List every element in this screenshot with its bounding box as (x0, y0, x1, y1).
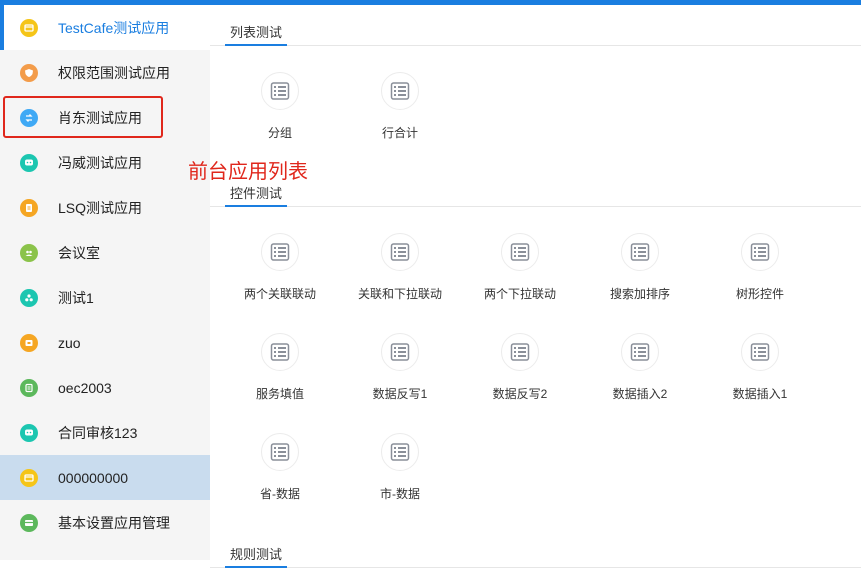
sidebar-item-label: LSQ测试应用 (58, 199, 143, 216)
sidebar-item-label: oec2003 (58, 379, 112, 396)
sidebar-item-meeting-room[interactable]: 会议室 (0, 230, 210, 275)
app-tile-province-data[interactable]: 省-数据 (220, 433, 340, 533)
tile-label: 市-数据 (380, 487, 420, 501)
sidebar-item-contract-review[interactable]: 合同审核123 (0, 410, 210, 455)
people-icon (20, 243, 38, 262)
tile-label: 两个关联联动 (243, 287, 316, 301)
list-icon (501, 333, 539, 371)
list-icon (741, 233, 779, 271)
sidebar-item-label: zuo (58, 334, 81, 351)
sidebar-item-label: TestCafe测试应用 (58, 19, 170, 36)
app-tile-linked-dropdown[interactable]: 关联和下拉联动 (340, 233, 460, 333)
tile-label: 数据插入1 (732, 387, 788, 401)
sidebar-item-label: 合同审核123 (58, 424, 138, 441)
list-icon (261, 433, 299, 471)
sidebar-item-label: 000000000 (58, 469, 129, 486)
section-tab-control-test[interactable]: 控件测试 (225, 185, 288, 207)
app-tile-service-fill[interactable]: 服务填值 (220, 333, 340, 433)
app-tile-tree-control[interactable]: 树形控件 (700, 233, 820, 333)
sidebar-item-label: 会议室 (58, 244, 100, 261)
tile-label: 数据反写1 (372, 387, 428, 401)
chat-icon (20, 423, 38, 442)
tile-label: 省-数据 (260, 487, 300, 501)
app-tile-data-writeback-1[interactable]: 数据反写1 (340, 333, 460, 433)
sidebar-item-label: 权限范围测试应用 (58, 64, 170, 81)
tile-label: 树形控件 (735, 287, 784, 301)
sidebar-item-fengwei[interactable]: 冯威测试应用 (0, 140, 210, 185)
main-content: 列表测试 分组 行合计 控件测试 两个关联联动 关联和下拉联动 两个下拉联动 搜… (210, 5, 861, 568)
sidebar-item-zuo[interactable]: zuo (0, 320, 210, 365)
sidebar-item-test1[interactable]: 测试1 (0, 275, 210, 320)
doc-icon (20, 198, 38, 217)
list-icon (20, 378, 38, 397)
app-tile-data-writeback-2[interactable]: 数据反写2 (460, 333, 580, 433)
sidebar-item-permission-scope[interactable]: 权限范围测试应用 (0, 50, 210, 95)
sidebar-item-label: 测试1 (58, 289, 94, 306)
tile-label: 分组 (267, 126, 292, 140)
section-header-list-test: 列表测试 (210, 10, 861, 46)
list-icon (381, 433, 419, 471)
window-icon (20, 18, 38, 37)
chat-icon (20, 153, 38, 172)
sidebar-item-basic-settings[interactable]: 基本设置应用管理 (0, 500, 210, 545)
tile-label: 数据反写2 (492, 387, 548, 401)
sidebar-item-label: 基本设置应用管理 (58, 514, 170, 531)
sidebar-item-testcafe[interactable]: TestCafe测试应用 (0, 5, 210, 50)
app-sidebar: TestCafe测试应用 权限范围测试应用 肖东测试应用 冯威测试应用 LSQ测… (0, 5, 210, 560)
sidebar-item-label: 肖东测试应用 (58, 109, 142, 126)
section-header-rule-test: 规则测试 (210, 532, 861, 568)
window-icon (20, 468, 38, 487)
tile-label: 两个下拉联动 (483, 287, 556, 301)
list-icon (381, 72, 419, 110)
list-icon (741, 333, 779, 371)
app-tile-two-dropdowns[interactable]: 两个下拉联动 (460, 233, 580, 333)
tile-label: 搜索加排序 (609, 287, 670, 301)
section-tab-list-test[interactable]: 列表测试 (225, 24, 288, 46)
app-tile-data-insert-1[interactable]: 数据插入1 (700, 333, 820, 433)
list-icon (261, 72, 299, 110)
list-icon (381, 333, 419, 371)
folder-icon (20, 333, 38, 352)
tile-label: 数据插入2 (612, 387, 668, 401)
app-tile-search-sort[interactable]: 搜索加排序 (580, 233, 700, 333)
tile-label: 服务填值 (255, 387, 304, 401)
app-tile-row-total[interactable]: 行合计 (340, 72, 460, 172)
list-icon (381, 233, 419, 271)
sidebar-item-oec2003[interactable]: oec2003 (0, 365, 210, 410)
sidebar-item-lsq[interactable]: LSQ测试应用 (0, 185, 210, 230)
app-tile-group[interactable]: 分组 (220, 72, 340, 172)
section-header-control-test: 控件测试 (210, 171, 861, 207)
tile-label: 行合计 (381, 126, 418, 140)
app-tile-data-insert-2[interactable]: 数据插入2 (580, 333, 700, 433)
sidebar-item-xiaodong[interactable]: 肖东测试应用 (0, 95, 210, 140)
list-icon (261, 233, 299, 271)
section-tab-rule-test[interactable]: 规则测试 (225, 546, 288, 568)
sidebar-item-label: 冯威测试应用 (58, 154, 142, 171)
group-icon (20, 288, 38, 307)
list-icon (621, 233, 659, 271)
list-icon (501, 233, 539, 271)
list-icon (621, 333, 659, 371)
list-icon (261, 333, 299, 371)
shield-icon (20, 63, 38, 82)
app-tile-two-linked[interactable]: 两个关联联动 (220, 233, 340, 333)
sidebar-item-000000000[interactable]: 000000000 (0, 455, 210, 500)
tile-label: 关联和下拉联动 (357, 287, 442, 301)
app-tile-city-data[interactable]: 市-数据 (340, 433, 460, 533)
sync-icon (20, 108, 38, 127)
card-icon (20, 513, 38, 532)
